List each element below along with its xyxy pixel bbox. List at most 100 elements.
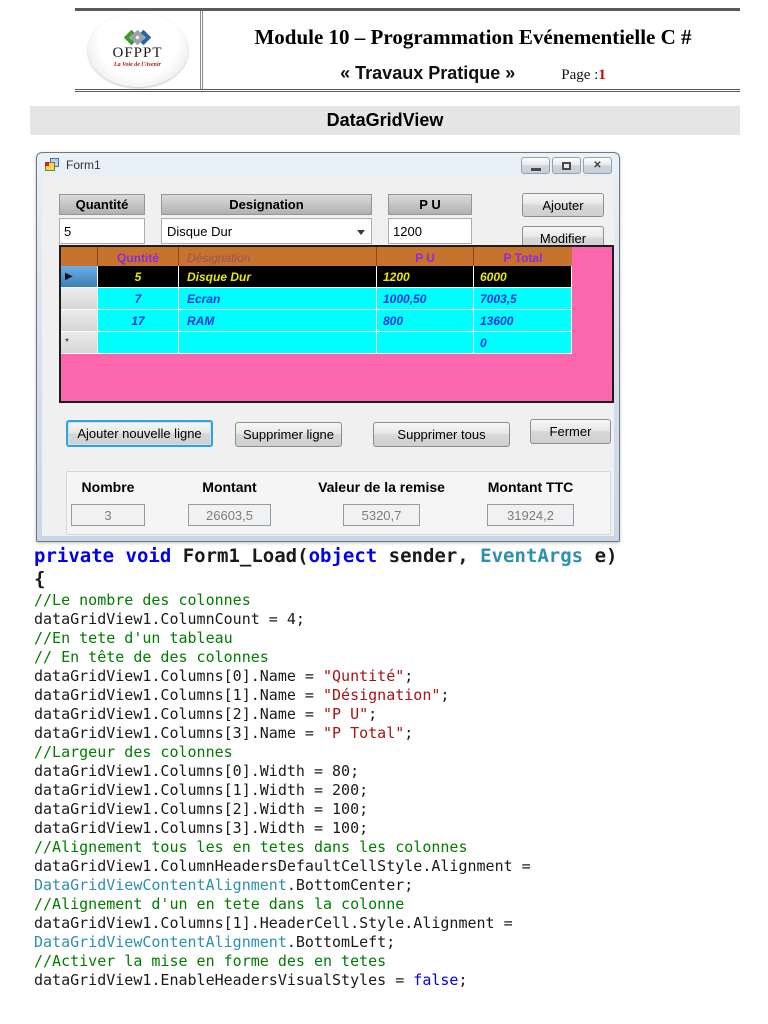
grid-cell[interactable]: 7003,5 xyxy=(474,288,572,310)
totals-panel: Nombre 3 Montant 26603,5 Valeur de la re… xyxy=(66,471,611,535)
grid-cell[interactable]: 17 xyxy=(98,310,179,332)
column-header-designation[interactable]: Désignation xyxy=(179,247,377,266)
nombre-value: 3 xyxy=(71,504,145,526)
supprimer-tous-button[interactable]: Supprimer tous xyxy=(373,422,510,447)
logo-cell: OFPPT La Voie de l'Avenir xyxy=(75,11,203,89)
ofppt-logo: OFPPT La Voie de l'Avenir xyxy=(88,13,188,87)
dropdown-arrow-icon[interactable] xyxy=(357,230,365,235)
code-line: //Largeur des colonnes xyxy=(34,743,758,762)
code-line: //Le nombre des colonnes xyxy=(34,591,758,610)
grid-row[interactable]: 17RAM80013600 xyxy=(61,310,612,332)
grid-cell[interactable]: 800 xyxy=(377,310,474,332)
grid-row[interactable]: 7Ecran1000,507003,5 xyxy=(61,288,612,310)
form-client-area: Quantité Designation P U 5 Disque Dur 12… xyxy=(42,177,614,536)
code-line: //Alignement tous les en tetes dans les … xyxy=(34,838,758,857)
titlebar[interactable]: Form1 ✕ xyxy=(37,153,619,177)
document-page: OFPPT La Voie de l'Avenir Module 10 – Pr… xyxy=(0,0,768,1024)
ajouter-nouvelle-ligne-button[interactable]: Ajouter nouvelle ligne xyxy=(66,420,213,447)
code-line: //Activer la mise en forme des en tetes xyxy=(34,952,758,971)
grid-cell[interactable] xyxy=(98,332,179,354)
pu-label: P U xyxy=(388,194,472,215)
code-line: dataGridView1.Columns[0].Name = "Quntité… xyxy=(34,667,758,686)
montant-label: Montant xyxy=(202,479,256,495)
grid-cell[interactable]: 7 xyxy=(98,288,179,310)
page-indicator: Page :1 xyxy=(561,67,606,84)
close-button[interactable]: ✕ xyxy=(583,157,612,174)
grid-row[interactable]: ▶5Disque Dur12006000 xyxy=(61,266,612,288)
maximize-icon xyxy=(562,162,571,170)
datagridview[interactable]: Quntité Désignation P U P Total ▶5Disque… xyxy=(59,245,614,403)
montant-value: 26603,5 xyxy=(188,504,271,526)
new-row-icon[interactable]: * xyxy=(61,332,98,354)
grid-cell[interactable]: 0 xyxy=(474,332,572,354)
form1-window: Form1 ✕ Quantité Designation P U 5 Disqu… xyxy=(36,152,620,542)
code-line: // En tête de des colonnes xyxy=(34,648,758,667)
code-block: private void Form1_Load(object sender, E… xyxy=(34,545,758,990)
grid-corner-cell[interactable] xyxy=(61,247,98,266)
module-title: Module 10 – Programmation Evénementielle… xyxy=(206,25,740,50)
page-number: 1 xyxy=(598,67,606,83)
minimize-icon xyxy=(531,168,541,171)
remise-label: Valeur de la remise xyxy=(318,479,445,495)
code-line: dataGridView1.ColumnHeadersDefaultCellSt… xyxy=(34,857,758,876)
row-header-cell[interactable] xyxy=(61,310,98,332)
quantite-input[interactable]: 5 xyxy=(59,218,145,244)
code-line: { xyxy=(34,568,758,591)
supprimer-ligne-button[interactable]: Supprimer ligne xyxy=(235,422,342,447)
ofppt-diamonds-icon xyxy=(126,32,149,43)
maximize-button[interactable] xyxy=(552,157,581,174)
column-header-ptotal[interactable]: P Total xyxy=(474,247,572,266)
row-selector-icon[interactable]: ▶ xyxy=(61,266,98,288)
doc-header: OFPPT La Voie de l'Avenir Module 10 – Pr… xyxy=(75,8,740,92)
minimize-button[interactable] xyxy=(521,157,550,174)
designation-value: Disque Dur xyxy=(167,224,232,239)
grid-cell[interactable]: 6000 xyxy=(474,266,572,288)
ajouter-button[interactable]: Ajouter xyxy=(522,193,604,217)
remise-value: 5320,7 xyxy=(343,504,420,526)
quantite-label: Quantité xyxy=(59,194,145,215)
code-line: DataGridViewContentAlignment.BottomLeft; xyxy=(34,933,758,952)
grid-cell[interactable]: 5 xyxy=(98,266,179,288)
code-line: dataGridView1.Columns[1].Width = 200; xyxy=(34,781,758,800)
grid-header-row: Quntité Désignation P U P Total xyxy=(61,247,612,266)
row-header-cell[interactable] xyxy=(61,288,98,310)
nombre-label: Nombre xyxy=(82,479,135,495)
doc-title-cell: Module 10 – Programmation Evénementielle… xyxy=(206,11,740,89)
designation-combobox[interactable]: Disque Dur xyxy=(161,218,372,244)
code-line: dataGridView1.Columns[2].Width = 100; xyxy=(34,800,758,819)
code-line: dataGridView1.Columns[1].Name = "Désigna… xyxy=(34,686,758,705)
grid-cell[interactable]: Ecran xyxy=(179,288,377,310)
grid-cell[interactable]: RAM xyxy=(179,310,377,332)
ttc-label: Montant TTC xyxy=(488,479,574,495)
grid-cell[interactable]: 1000,50 xyxy=(377,288,474,310)
grid-cell[interactable]: Disque Dur xyxy=(179,266,377,288)
code-line: dataGridView1.EnableHeadersVisualStyles … xyxy=(34,971,758,990)
grid-cell[interactable] xyxy=(377,332,474,354)
doc-subtitle: « Travaux Pratique » xyxy=(340,63,515,84)
grid-cell[interactable] xyxy=(179,332,377,354)
code-line: //En tete d'un tableau xyxy=(34,629,758,648)
fermer-button[interactable]: Fermer xyxy=(530,419,611,444)
window-title: Form1 xyxy=(66,158,101,172)
code-line: private void Form1_Load(object sender, E… xyxy=(34,545,758,568)
logo-tagline: La Voie de l'Avenir xyxy=(114,62,161,68)
code-line: dataGridView1.Columns[2].Name = "P U"; xyxy=(34,705,758,724)
pu-input[interactable]: 1200 xyxy=(388,218,472,244)
logo-brand: OFPPT xyxy=(112,45,162,62)
code-line: dataGridView1.Columns[3].Width = 100; xyxy=(34,819,758,838)
column-header-pu[interactable]: P U xyxy=(377,247,474,266)
code-line: DataGridViewContentAlignment.BottomCente… xyxy=(34,876,758,895)
code-line: dataGridView1.Columns[3].Name = "P Total… xyxy=(34,724,758,743)
code-line: dataGridView1.Columns[0].Width = 80; xyxy=(34,762,758,781)
section-title: DataGridView xyxy=(30,106,740,135)
grid-row[interactable]: *0 xyxy=(61,332,612,354)
form-icon xyxy=(45,158,60,172)
designation-label: Designation xyxy=(161,194,372,215)
close-icon: ✕ xyxy=(593,161,601,171)
grid-cell[interactable]: 13600 xyxy=(474,310,572,332)
code-line: //Alignement d'un en tete dans la colonn… xyxy=(34,895,758,914)
grid-cell[interactable]: 1200 xyxy=(377,266,474,288)
column-header-quntite[interactable]: Quntité xyxy=(98,247,179,266)
code-line: dataGridView1.Columns[1].HeaderCell.Styl… xyxy=(34,914,758,933)
grid-rows: ▶5Disque Dur120060007Ecran1000,507003,51… xyxy=(61,266,612,354)
